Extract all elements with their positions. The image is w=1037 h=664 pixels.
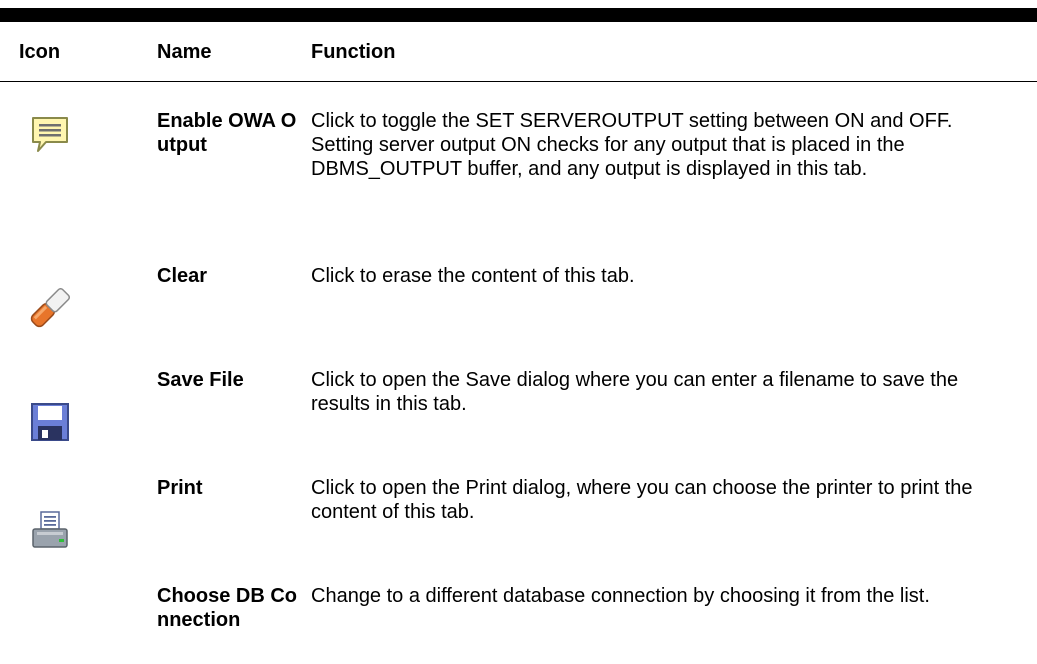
icon-cell xyxy=(0,338,145,448)
row-function: Click to open the Print dialog, where yo… xyxy=(311,477,973,523)
row-function: Click to open the Save dialog where you … xyxy=(311,369,959,415)
row-name: Print xyxy=(157,477,203,499)
eraser-icon xyxy=(30,288,70,328)
row-function: Click to toggle the SET SERVEROUTPUT set… xyxy=(311,110,953,180)
row-name: Enable OWA Output xyxy=(157,110,297,156)
row-function: Change to a different database connectio… xyxy=(311,585,930,607)
icon-cell xyxy=(0,556,145,664)
row-name: Choose DB Connection xyxy=(157,585,297,631)
table-row: Enable OWA Output Click to toggle the SE… xyxy=(0,82,1037,243)
comment-bubble-icon xyxy=(30,115,70,155)
row-name: Clear xyxy=(157,265,208,287)
icon-cell xyxy=(0,242,145,338)
row-name: Save File xyxy=(157,369,244,391)
printer-icon xyxy=(30,510,70,550)
icon-cell xyxy=(0,448,145,556)
header-row: Icon Name Function xyxy=(0,22,1037,82)
toolbar-icon-table: Icon Name Function Enable OWA Output Cli… xyxy=(0,22,1037,664)
table-row: Save File Click to open the Save dialog … xyxy=(0,338,1037,448)
icon-cell xyxy=(0,82,145,243)
table-row: Choose DB Connection Change to a differe… xyxy=(0,556,1037,664)
table-row: Print Click to open the Print dialog, wh… xyxy=(0,448,1037,556)
header-icon: Icon xyxy=(0,22,145,82)
header-function: Function xyxy=(305,22,1037,82)
floppy-disk-icon xyxy=(30,402,70,442)
row-function: Click to erase the content of this tab. xyxy=(311,265,635,287)
header-name: Name xyxy=(145,22,305,82)
top-rule xyxy=(0,8,1037,22)
table-row: Clear Click to erase the content of this… xyxy=(0,242,1037,338)
